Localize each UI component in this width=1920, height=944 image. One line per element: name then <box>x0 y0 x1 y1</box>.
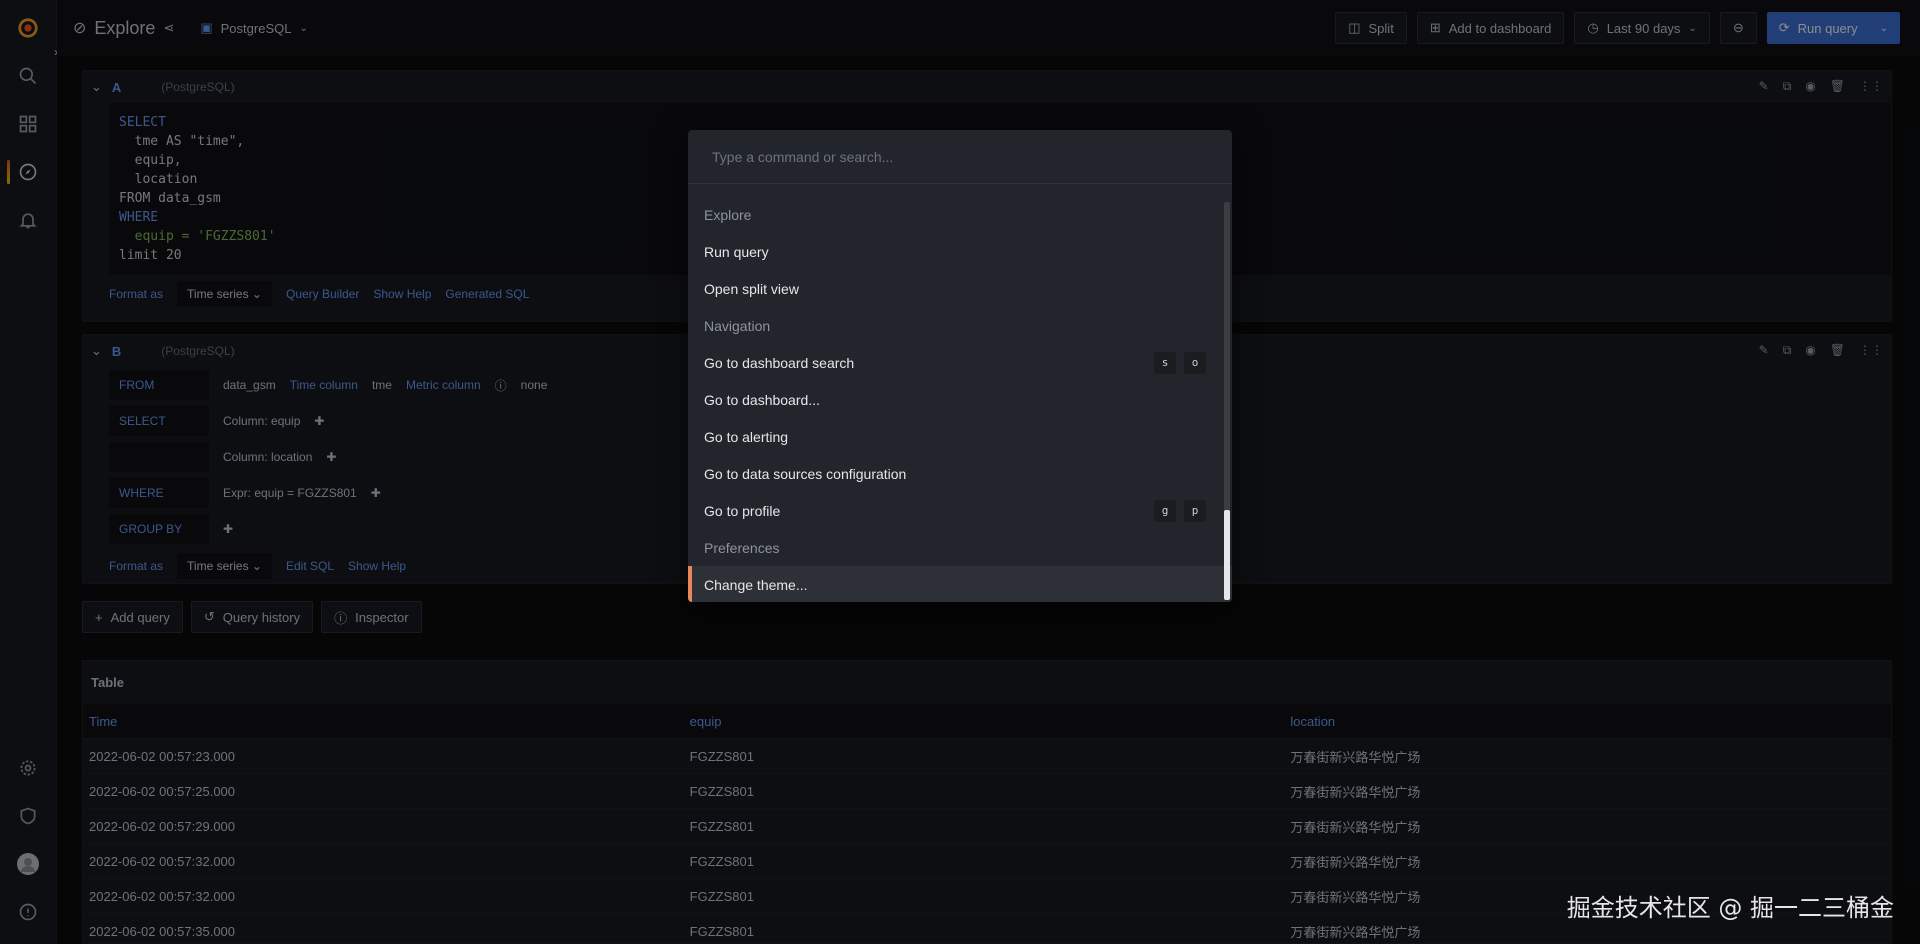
command-label: Go to dashboard search <box>704 354 855 371</box>
command-go-to-dashboard-search[interactable]: Go to dashboard search s o <box>688 344 1232 381</box>
shortcut-key: p <box>1184 499 1206 522</box>
watermark-text: 掘金技术社区 @ 掘一二三桶金 <box>1566 894 1894 922</box>
section-preferences: Preferences <box>688 529 1232 566</box>
command-go-to-dashboard[interactable]: Go to dashboard... <box>688 381 1232 418</box>
command-label: Go to profile <box>704 502 781 519</box>
shortcut-key: g <box>1154 499 1176 522</box>
command-search-bar <box>688 130 1232 184</box>
shortcut-key: o <box>1184 351 1206 374</box>
command-go-to-data-sources[interactable]: Go to data sources configuration <box>688 455 1232 492</box>
keyboard-shortcut: g p <box>1154 499 1206 522</box>
command-label: Go to data sources configuration <box>704 465 907 482</box>
command-label: Change theme... <box>704 576 808 593</box>
command-open-split-view[interactable]: Open split view <box>688 270 1232 307</box>
section-label: Navigation <box>704 317 771 334</box>
palette-scrollbar-thumb[interactable] <box>1224 510 1230 600</box>
section-label: Explore <box>704 206 752 223</box>
command-palette: Explore Run query Open split view Naviga… <box>688 130 1232 602</box>
command-list: Explore Run query Open split view Naviga… <box>688 184 1232 602</box>
command-label: Go to alerting <box>704 428 789 445</box>
command-go-to-profile[interactable]: Go to profile g p <box>688 492 1232 529</box>
keyboard-shortcut: s o <box>1154 351 1206 374</box>
section-label: Preferences <box>704 539 780 556</box>
section-explore: Explore <box>688 196 1232 233</box>
command-label: Run query <box>704 243 769 260</box>
shortcut-key: s <box>1154 351 1176 374</box>
command-search-input[interactable] <box>712 148 1192 165</box>
command-run-query[interactable]: Run query <box>688 233 1232 270</box>
command-go-to-alerting[interactable]: Go to alerting <box>688 418 1232 455</box>
command-label: Open split view <box>704 280 799 297</box>
section-navigation: Navigation <box>688 307 1232 344</box>
command-label: Go to dashboard... <box>704 391 820 408</box>
command-change-theme[interactable]: Change theme... <box>688 566 1232 602</box>
